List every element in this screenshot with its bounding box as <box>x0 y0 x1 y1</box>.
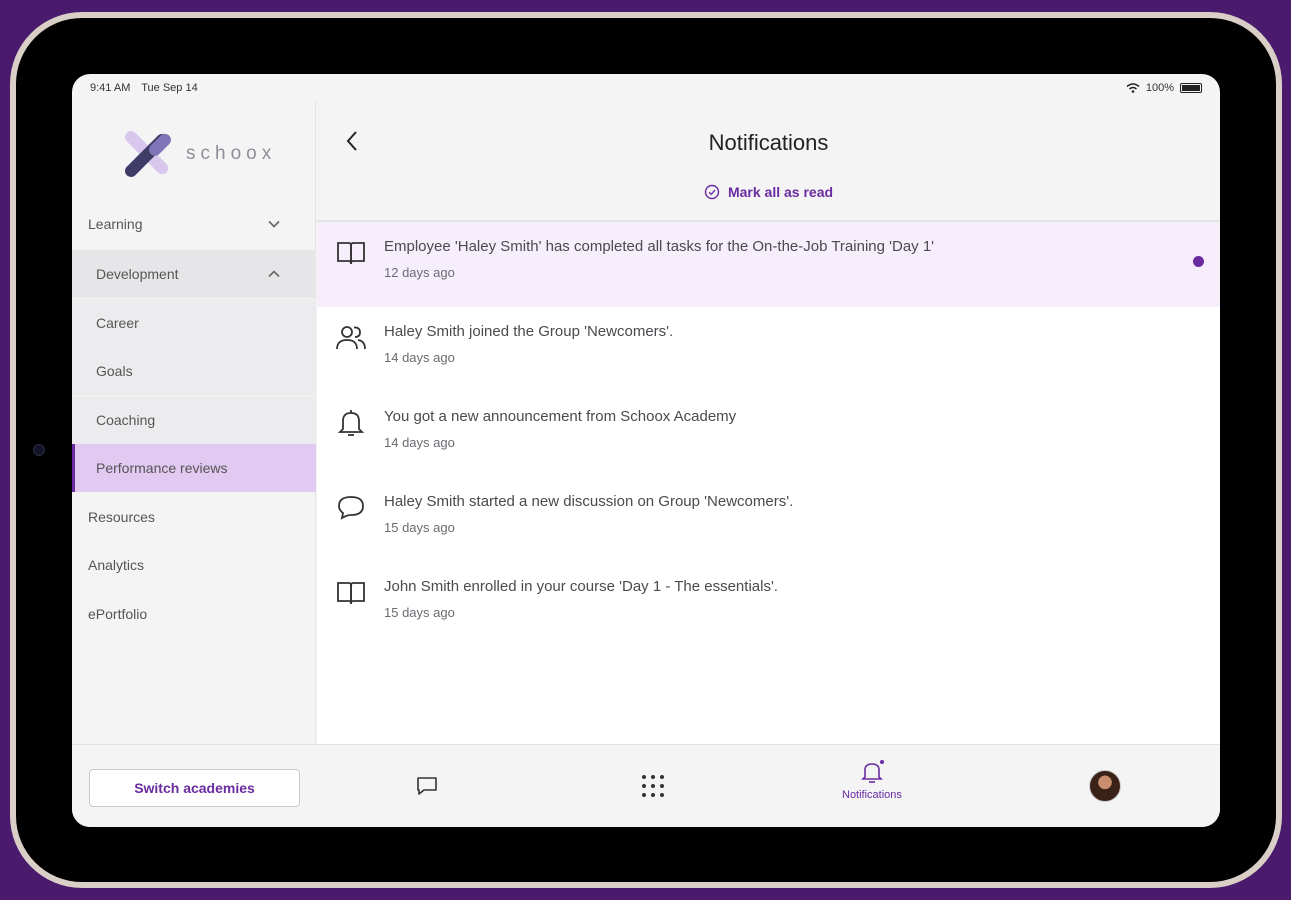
notification-list: Employee 'Haley Smith' has completed all… <box>317 222 1220 647</box>
sidebar-item-label: Analytics <box>88 557 145 573</box>
sidebar-item-coaching[interactable]: Coaching <box>72 396 316 444</box>
bottom-tab-bar: Switch academies Notifications <box>72 744 1220 827</box>
notification-text: Haley Smith started a new discussion on … <box>384 493 794 510</box>
notification-time: 14 days ago <box>384 435 455 450</box>
schoox-logo: schoox <box>124 126 304 182</box>
status-bar: 9:41 AM Tue Sep 14 100% <box>72 74 1220 102</box>
battery-percent: 100% <box>1145 82 1174 94</box>
book-icon <box>337 242 365 265</box>
notification-item[interactable]: Haley Smith started a new discussion on … <box>317 477 1220 562</box>
sidebar-item-label: Development <box>96 266 179 282</box>
sidebar-item-development[interactable]: Development <box>72 250 316 298</box>
notification-item[interactable]: Employee 'Haley Smith' has completed all… <box>317 222 1220 307</box>
notification-time: 15 days ago <box>384 520 455 535</box>
sidebar-item-analytics[interactable]: Analytics <box>72 541 316 589</box>
book-icon <box>337 582 365 605</box>
tab-messages[interactable] <box>415 775 439 797</box>
notification-text: Employee 'Haley Smith' has completed all… <box>384 238 935 255</box>
sidebar-item-career[interactable]: Career <box>72 299 316 347</box>
chat-bubble-icon <box>338 496 364 520</box>
sidebar-item-goals[interactable]: Goals <box>72 347 316 395</box>
sidebar-item-eportfolio[interactable]: ePortfolio <box>72 590 316 638</box>
tab-notifications[interactable]: Notifications <box>842 759 902 801</box>
main-panel: Notifications Mark all as read Employee … <box>317 102 1220 744</box>
notification-item[interactable]: You got a new announcement from Schoox A… <box>317 392 1220 477</box>
tab-profile[interactable] <box>1089 770 1121 802</box>
avatar <box>1089 770 1121 802</box>
bell-icon <box>861 760 884 783</box>
mark-all-read-label: Mark all as read <box>727 184 834 200</box>
schoox-logo-icon <box>125 131 171 177</box>
status-time: 9:41 AM <box>90 82 131 94</box>
camera <box>33 444 45 456</box>
page-title: Notifications <box>708 130 829 155</box>
wifi-icon <box>1126 83 1140 93</box>
battery-icon <box>1180 83 1202 93</box>
switch-academies-button[interactable]: Switch academies <box>89 769 300 807</box>
tab-apps[interactable] <box>641 774 665 798</box>
grid-icon <box>642 775 664 797</box>
sidebar-item-label: Goals <box>96 363 133 379</box>
sidebar-item-learning[interactable]: Learning <box>72 200 316 248</box>
bell-icon <box>337 410 365 436</box>
chevron-up-icon <box>268 270 280 278</box>
check-circle-icon <box>704 184 720 200</box>
notification-time: 12 days ago <box>384 265 455 280</box>
notification-time: 14 days ago <box>384 350 455 365</box>
mark-all-read-button[interactable]: Mark all as read <box>317 184 1220 200</box>
chevron-down-icon <box>268 220 280 228</box>
notification-item[interactable]: John Smith enrolled in your course 'Day … <box>317 562 1220 647</box>
notification-text: Haley Smith joined the Group 'Newcomers'… <box>384 323 674 340</box>
sidebar-item-label: Coaching <box>96 412 156 428</box>
logo-text: schoox <box>186 143 277 164</box>
sidebar-item-label: Resources <box>88 509 155 525</box>
sidebar-item-label: Career <box>96 315 139 331</box>
notification-text: John Smith enrolled in your course 'Day … <box>384 578 778 595</box>
group-icon <box>336 326 366 350</box>
tab-notifications-label: Notifications <box>842 789 902 801</box>
unread-indicator <box>1193 256 1204 267</box>
sidebar-item-label: Learning <box>88 216 143 232</box>
sidebar-item-performance-reviews[interactable]: Performance reviews <box>72 444 316 492</box>
notifications-header: Notifications Mark all as read <box>317 102 1220 222</box>
notification-time: 15 days ago <box>384 605 455 620</box>
sidebar-item-label: ePortfolio <box>88 606 148 622</box>
message-icon <box>417 777 437 795</box>
status-date: Tue Sep 14 <box>141 82 198 94</box>
app-screen: 9:41 AM Tue Sep 14 100% schoox Learning <box>72 74 1220 827</box>
sidebar-item-label: Performance reviews <box>96 460 228 476</box>
sidebar: schoox Learning Development Career Goals… <box>72 102 316 744</box>
notification-item[interactable]: Haley Smith joined the Group 'Newcomers'… <box>317 307 1220 392</box>
sidebar-item-resources[interactable]: Resources <box>72 493 316 541</box>
notification-text: You got a new announcement from Schoox A… <box>384 408 737 425</box>
